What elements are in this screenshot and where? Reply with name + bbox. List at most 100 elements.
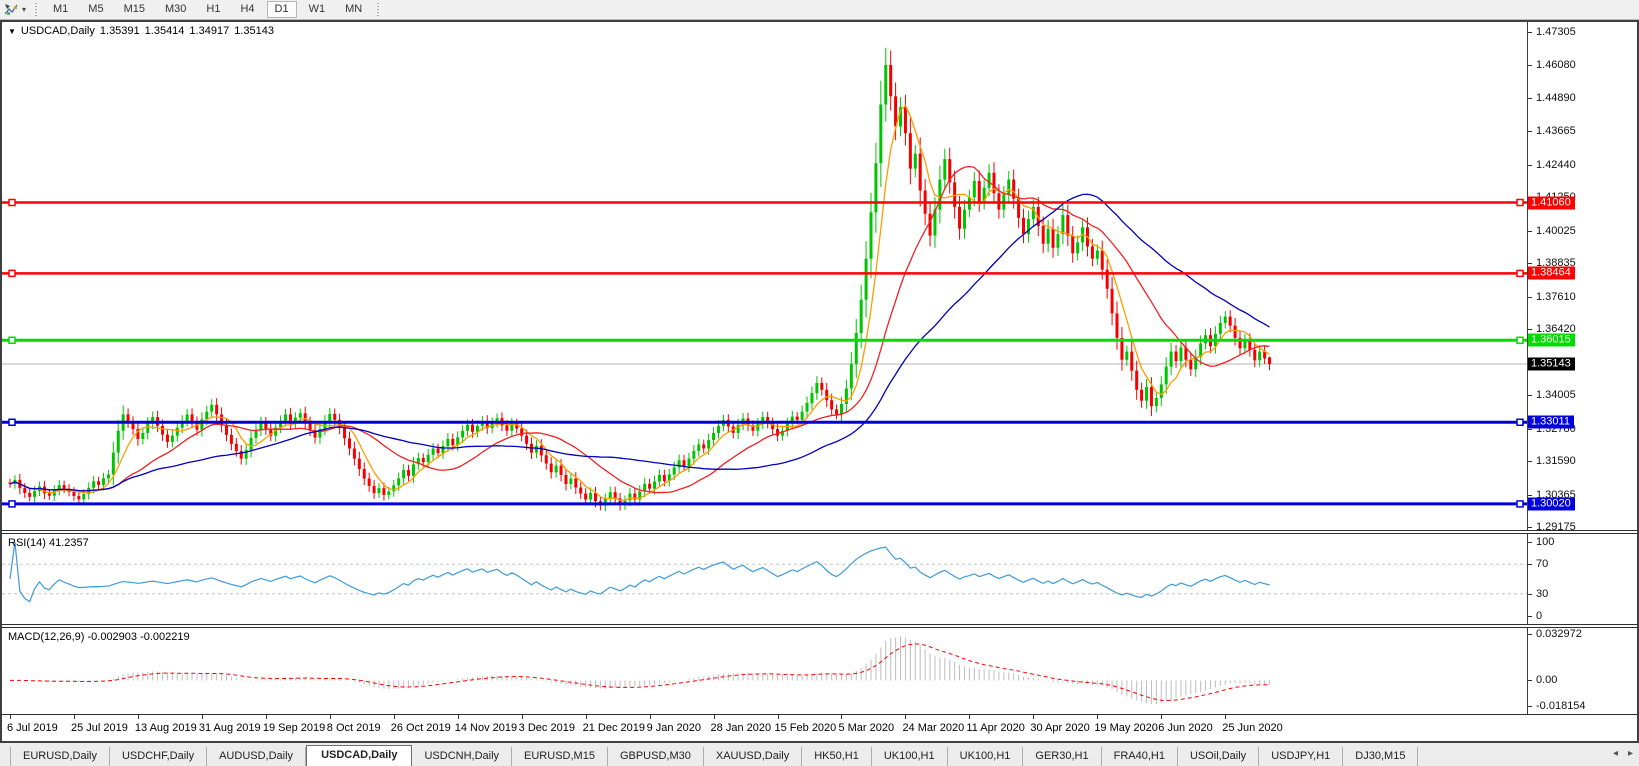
timeframe-button-d1[interactable]: D1 <box>267 1 297 18</box>
price-tag: 1.36015 <box>1528 334 1575 347</box>
date-tickmark <box>714 715 715 719</box>
chart-tab-dj30-m15[interactable]: DJ30,M15 <box>1343 747 1418 766</box>
macd-tick-label: 0.00 <box>1528 674 1557 686</box>
ohlc-open: 1.35391 <box>100 25 140 37</box>
macd-axis[interactable]: 0.032972 0.00 -0.018154 <box>1527 628 1637 714</box>
date-label: 19 Sep 2019 <box>263 722 325 734</box>
toolbar-grip <box>34 3 39 17</box>
date-label: 3 Dec 2019 <box>519 722 575 734</box>
price-tick-label: 1.37610 <box>1528 291 1576 303</box>
date-label: 26 Oct 2019 <box>391 722 451 734</box>
hline-handle[interactable] <box>9 501 15 507</box>
macd-tick-label: 0.032972 <box>1528 628 1582 640</box>
rsi-tick-label: 30 <box>1528 588 1548 600</box>
date-label: 8 Oct 2019 <box>327 722 381 734</box>
price-axis[interactable]: 1.473051.460801.448901.436651.424401.412… <box>1527 22 1637 530</box>
tab-scroll-right-icon[interactable]: ▸ <box>1628 748 1633 759</box>
chart-tab-fra40-h1[interactable]: FRA40,H1 <box>1102 747 1178 766</box>
timeframe-button-m1[interactable]: M1 <box>45 1 76 18</box>
chart-tab-uk100-h1[interactable]: UK100,H1 <box>948 747 1024 766</box>
chart-tab-usoil-daily[interactable]: USOil,Daily <box>1178 747 1259 766</box>
hline-handle[interactable] <box>9 337 15 343</box>
date-tickmark <box>841 715 842 719</box>
rsi-panel[interactable]: RSI(14) 41.2357 <box>2 534 1527 624</box>
chart-tab-usdchf-daily[interactable]: USDCHF,Daily <box>110 747 207 766</box>
timeframe-button-h1[interactable]: H1 <box>198 1 228 18</box>
price-tag: 1.38464 <box>1528 267 1575 280</box>
chart-tab-eurusd-daily[interactable]: EURUSD,Daily <box>10 747 110 766</box>
date-label: 25 Jun 2020 <box>1222 722 1283 734</box>
date-label: 11 Apr 2020 <box>966 722 1025 734</box>
chart-cursor-icon[interactable] <box>4 3 20 17</box>
price-tick-label: 1.42440 <box>1528 159 1576 171</box>
hline-handle[interactable] <box>1517 200 1523 206</box>
hline-handle[interactable] <box>9 200 15 206</box>
ohlc-low: 1.34917 <box>189 25 229 37</box>
price-tag: 1.33011 <box>1528 416 1574 429</box>
chart-tab-uk100-h1[interactable]: UK100,H1 <box>872 747 948 766</box>
tabbar-wrap: EURUSD,DailyUSDCHF,DailyAUDUSD,DailyUSDC… <box>0 743 1639 766</box>
date-label: 15 Feb 2020 <box>775 722 837 734</box>
hline-handle[interactable] <box>1517 501 1523 507</box>
timeframe-button-m30[interactable]: M30 <box>157 1 194 18</box>
date-label: 31 Aug 2019 <box>199 722 261 734</box>
chart-tab-ger30-h1[interactable]: GER30,H1 <box>1023 747 1101 766</box>
chart-tab-usdjpy-h1[interactable]: USDJPY,H1 <box>1259 747 1343 766</box>
price-tick-label: 1.29175 <box>1528 521 1576 533</box>
date-label: 21 Dec 2019 <box>583 722 645 734</box>
rsi-tick-label: 100 <box>1528 536 1554 548</box>
date-label: 6 Jun 2020 <box>1158 722 1212 734</box>
date-tickmark <box>458 715 459 719</box>
date-tickmark <box>138 715 139 719</box>
timeframe-button-w1[interactable]: W1 <box>301 1 334 18</box>
hline-handle[interactable] <box>1517 337 1523 343</box>
hline-handle[interactable] <box>1517 419 1523 425</box>
hline-handle[interactable] <box>1517 270 1523 276</box>
timeframe-toolbar: ▾ M1M5 M15M30H1H4 D1W1MN <box>0 0 1639 20</box>
date-tickmark <box>650 715 651 719</box>
timeframe-button-mn[interactable]: MN <box>337 1 370 18</box>
date-label: 13 Aug 2019 <box>135 722 197 734</box>
date-label: 14 Nov 2019 <box>455 722 517 734</box>
chart-tab-hk50-h1[interactable]: HK50,H1 <box>802 747 872 766</box>
ohlc-close: 1.35143 <box>234 25 274 37</box>
date-tickmark <box>905 715 906 719</box>
rsi-axis[interactable]: 10070300 <box>1527 534 1637 624</box>
drawing-tool-group: ▾ <box>0 0 30 19</box>
macd-tick-label: -0.018154 <box>1528 700 1586 712</box>
rsi-tick-label: 70 <box>1528 558 1548 570</box>
date-tickmark <box>266 715 267 719</box>
date-tickmark <box>394 715 395 719</box>
timeframe-button-m5[interactable]: M5 <box>80 1 111 18</box>
hline-handle[interactable] <box>9 270 15 276</box>
price-tick-label: 1.46080 <box>1528 59 1576 71</box>
price-tick-label: 1.31590 <box>1528 455 1576 467</box>
date-label: 30 Apr 2020 <box>1030 722 1089 734</box>
date-tickmark <box>74 715 75 719</box>
hline-handle[interactable] <box>9 419 15 425</box>
chevron-down-icon[interactable]: ▾ <box>22 5 26 14</box>
date-tickmark <box>1161 715 1162 719</box>
chart-tab-gbpusd-m30[interactable]: GBPUSD,M30 <box>608 747 704 766</box>
chart-tab-audusd-daily[interactable]: AUDUSD,Daily <box>207 747 306 766</box>
chart-tab-usdcnh-daily[interactable]: USDCNH,Daily <box>412 747 512 766</box>
date-label: 28 Jan 2020 <box>711 722 772 734</box>
date-axis[interactable]: 6 Jul 201925 Jul 201913 Aug 201931 Aug 2… <box>2 714 1637 741</box>
date-tickmark <box>10 715 11 719</box>
date-tickmark <box>1097 715 1098 719</box>
toolbar-grip <box>376 3 381 17</box>
tab-scroll-left-icon[interactable]: ◂ <box>1613 748 1618 759</box>
chart-symbol-label: USDCAD,Daily <box>21 25 95 37</box>
price-tick-label: 1.40025 <box>1528 225 1576 237</box>
macd-label: MACD(12,26,9) -0.002903 -0.002219 <box>8 631 190 643</box>
timeframe-button-m15[interactable]: M15 <box>116 1 153 18</box>
macd-panel[interactable]: MACD(12,26,9) -0.002903 -0.002219 <box>2 628 1527 714</box>
chart-tab-xauusd-daily[interactable]: XAUUSD,Daily <box>704 747 802 766</box>
date-label: 19 May 2020 <box>1094 722 1158 734</box>
date-tickmark <box>522 715 523 719</box>
chart-tab-eurusd-m15[interactable]: EURUSD,M15 <box>512 747 608 766</box>
window-menu-icon[interactable]: ▼ <box>8 27 16 36</box>
chart-tab-usdcad-daily[interactable]: USDCAD,Daily <box>306 745 412 766</box>
timeframe-button-h4[interactable]: H4 <box>232 1 262 18</box>
price-chart[interactable]: ▼ USDCAD,Daily 1.353911.354141.349171.35… <box>2 22 1527 530</box>
